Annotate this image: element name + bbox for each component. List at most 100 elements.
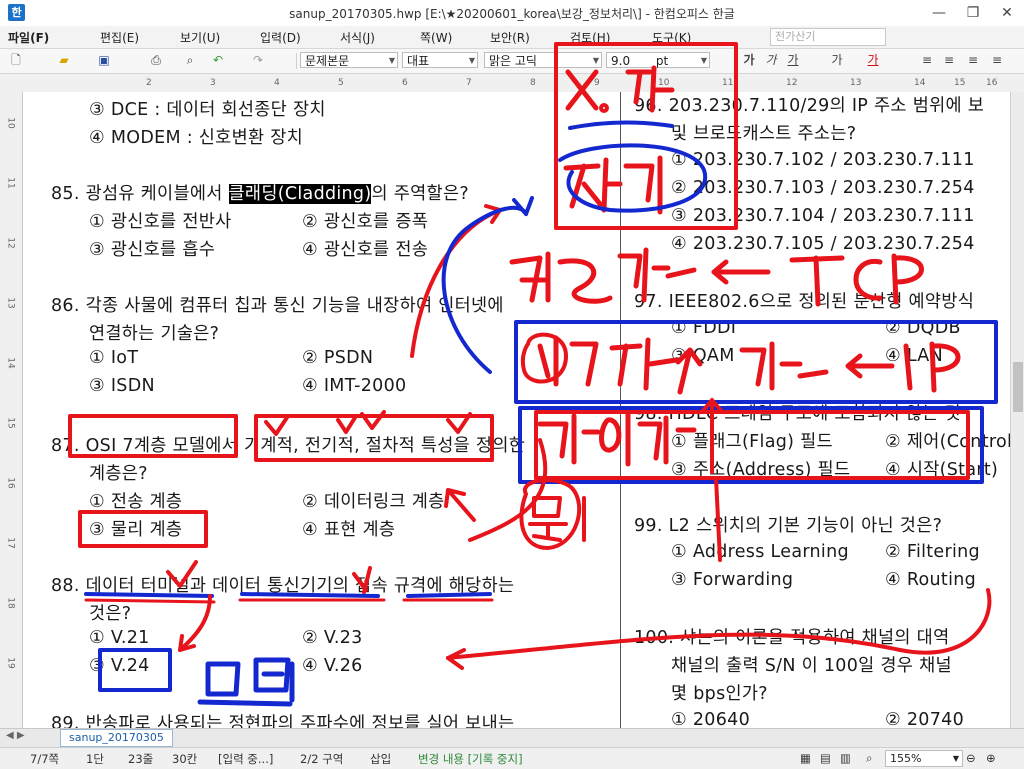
menu-tools[interactable]: 도구(K) — [652, 29, 691, 46]
horizontal-ruler[interactable]: 2 3 4 5 6 7 8 9 10 11 12 13 14 15 16 — [0, 74, 1024, 93]
question-98: 98. HDLC 프레임 구조에 포함되지 않는 것 — [634, 404, 961, 424]
tab-nav-icon[interactable]: ◀ ▶ — [6, 730, 25, 741]
ruler-mark: 11 — [5, 177, 16, 189]
view-mode-icon[interactable]: ▥ — [840, 751, 851, 765]
ruler-mark: 9 — [594, 78, 600, 88]
answer-option: ② Filtering — [885, 542, 980, 562]
status-insert[interactable]: 삽입 — [370, 751, 391, 767]
ruler-mark: 4 — [274, 78, 280, 88]
answer-option: ② 제어(Control) — [885, 432, 1010, 452]
align-center-icon[interactable]: ≡ — [990, 53, 1004, 68]
zoom-value: 155% — [890, 752, 922, 765]
ruler-mark: 17 — [5, 537, 16, 549]
zoom-select[interactable]: 155% ▼ — [885, 750, 963, 767]
column-divider — [620, 92, 621, 728]
zoom-icon[interactable]: ⌕ — [866, 751, 872, 766]
bold-icon[interactable]: 가 — [742, 53, 756, 68]
document-page[interactable]: ③ DCE : 데이터 회선종단 장치 ④ MODEM : 신호변환 장치 85… — [23, 92, 1010, 728]
menu-security[interactable]: 보안(R) — [490, 29, 530, 46]
style-select[interactable]: 문제본문 ▼ — [300, 52, 398, 68]
answer-option: ② PSDN — [302, 348, 374, 368]
minimize-button[interactable]: — — [922, 0, 956, 26]
chevron-down-icon: ▼ — [468, 56, 475, 65]
print-icon[interactable]: ⎙ — [148, 53, 164, 68]
quick-search-input[interactable]: 전가산기 — [770, 28, 886, 46]
zoom-out-icon[interactable]: ⊖ — [966, 751, 976, 765]
answer-option: ③ Forwarding — [671, 570, 794, 590]
align-justify-icon[interactable]: ≡ — [920, 53, 934, 68]
font-size-value: 9.0 — [611, 54, 631, 68]
strike-icon[interactable]: 가 — [830, 53, 844, 68]
undo-icon[interactable]: ↶ — [210, 53, 226, 68]
answer-option: ② DQDB — [885, 318, 961, 338]
align-right-icon[interactable]: ≡ — [966, 53, 980, 68]
align-left-icon[interactable]: ≡ — [942, 53, 956, 68]
font-color-icon[interactable]: 가 — [866, 53, 880, 68]
save-icon[interactable]: ▣ — [96, 53, 112, 68]
redo-icon[interactable]: ↷ — [250, 53, 266, 68]
ruler-mark: 19 — [5, 657, 16, 669]
zoom-in-icon[interactable]: ⊕ — [986, 751, 996, 765]
ruler-mark: 8 — [530, 78, 536, 88]
ruler-mark: 13 — [5, 297, 16, 309]
question-text: 계층은? — [89, 464, 148, 484]
question-86: 86. 각종 사물에 컴퓨터 칩과 통신 기능을 내장하여 인터넷에 — [51, 296, 504, 316]
ruler-mark: 11 — [722, 78, 734, 88]
restore-button[interactable]: ❐ — [956, 0, 990, 26]
ruler-mark: 12 — [786, 78, 798, 88]
answer-option: ③ 203.230.7.104 / 203.230.7.111 — [671, 206, 975, 226]
ruler-mark: 10 — [658, 78, 670, 88]
answer-option: ③ 물리 계층 — [89, 520, 183, 540]
answer-option: ③ QAM — [671, 346, 735, 366]
view-mode-icon[interactable]: ▦ — [800, 751, 811, 765]
menu-page[interactable]: 쪽(W) — [420, 29, 452, 46]
italic-icon[interactable]: 가 — [764, 53, 778, 68]
question-text: 의 주역할은? — [371, 184, 469, 204]
answer-option: ① Address Learning — [671, 542, 849, 562]
question-85: 85. 광섬유 케이블에서 클래딩(Cladding)의 주역할은? — [51, 180, 469, 205]
question-88: 88. 데이터 터미널과 데이터 통신기기의 접속 규격에 해당하는 — [51, 576, 515, 596]
question-text: 연결하는 기술은? — [89, 324, 220, 344]
ruler-mark: 18 — [5, 597, 16, 609]
question-96: 96. 203.230.7.110/29의 IP 주소 범위에 보 — [634, 96, 985, 116]
font-value: 맑은 고딕 — [489, 54, 537, 68]
status-char: 30칸 — [172, 752, 198, 766]
vertical-scrollbar[interactable] — [1010, 92, 1024, 728]
status-line: 23줄 — [128, 752, 154, 766]
menu-format[interactable]: 서식(J) — [340, 29, 375, 46]
close-button[interactable]: ✕ — [990, 0, 1024, 26]
menu-review[interactable]: 검토(H) — [570, 29, 610, 46]
answer-option: ④ MODEM : 신호변환 장치 — [89, 128, 304, 148]
question-text: 및 브로드캐스트 주소는? — [671, 124, 857, 144]
status-track-changes[interactable]: 변경 내용 [기록 중지] — [418, 751, 523, 767]
view-mode-icon[interactable]: ▤ — [820, 751, 831, 765]
menu-view[interactable]: 보기(U) — [180, 29, 220, 46]
ruler-mark: 3 — [210, 78, 216, 88]
font-language-select[interactable]: 대표 ▼ — [402, 52, 478, 68]
underline-icon[interactable]: 가 — [786, 53, 800, 68]
question-text: 채널의 출력 S/N 이 100일 경우 채널 — [671, 656, 952, 676]
document-tab-row: ◀ ▶ sanup_20170305 — [0, 728, 1024, 747]
vertical-ruler[interactable]: 10 11 12 13 14 15 16 17 18 19 — [0, 92, 23, 728]
font-size-input[interactable]: 9.0 pt ▼ — [606, 52, 710, 68]
status-page[interactable]: 7/7쪽 — [30, 751, 59, 767]
menu-insert[interactable]: 입력(D) — [260, 29, 301, 46]
tab-sanup-20170305[interactable]: sanup_20170305 — [60, 729, 173, 747]
ruler-mark: 13 — [850, 78, 862, 88]
new-document-icon[interactable]: 🗋 — [8, 53, 24, 68]
question-89: 89. 반송파로 사용되는 정현파의 주파수에 정보를 실어 보내는 — [51, 714, 515, 728]
font-language-value: 대표 — [407, 54, 430, 68]
status-section: 2/2 구역 — [300, 752, 344, 766]
answer-option: ① IoT — [89, 348, 139, 368]
scrollbar-thumb[interactable] — [1013, 362, 1023, 412]
answer-option: ② V.23 — [302, 628, 363, 648]
answer-option: ③ ISDN — [89, 376, 155, 396]
ruler-mark: 14 — [5, 357, 16, 369]
menu-file[interactable]: 파일(F) — [8, 29, 49, 46]
menu-edit[interactable]: 편집(E) — [100, 29, 139, 46]
font-size-unit: pt — [655, 54, 669, 68]
preview-icon[interactable]: ⌕ — [182, 53, 198, 68]
chevron-down-icon: ▼ — [592, 56, 599, 65]
open-folder-icon[interactable]: ▰ — [56, 53, 72, 68]
font-select[interactable]: 맑은 고딕 ▼ — [484, 52, 602, 68]
